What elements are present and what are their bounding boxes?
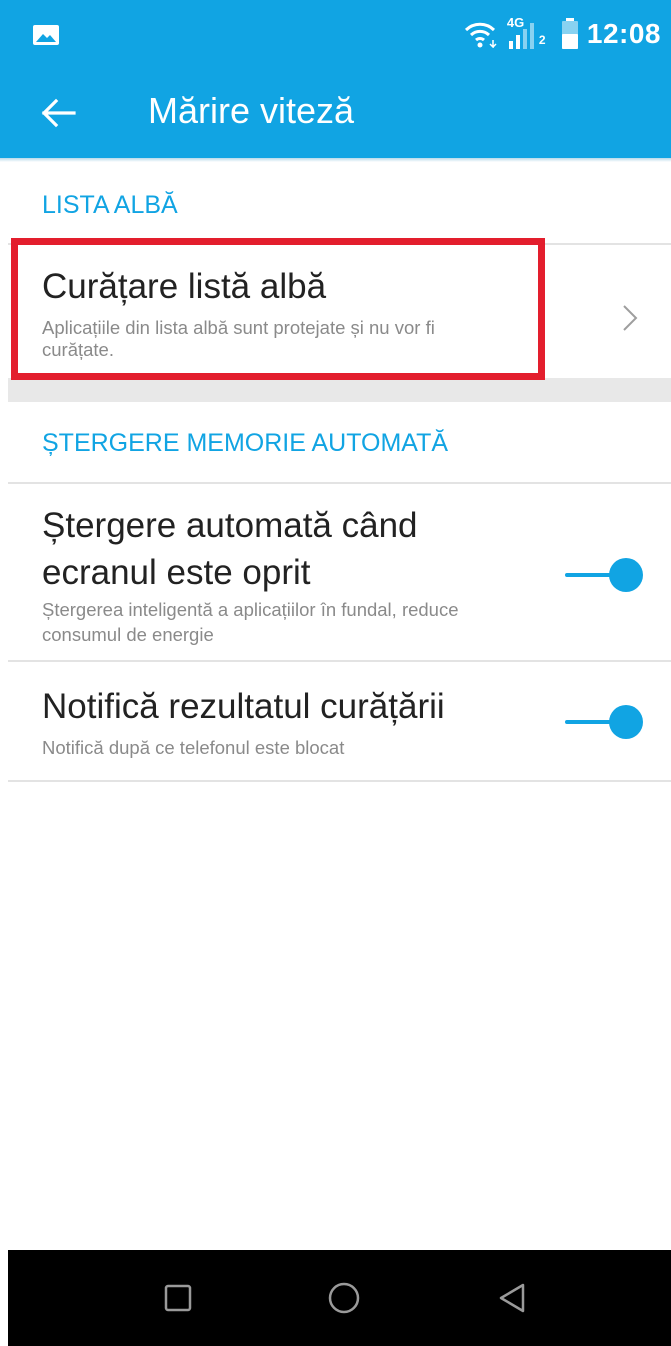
status-bar: 4G 2 12:08 — [0, 0, 671, 68]
item-summary: Aplicațiile din lista albă sunt protejat… — [42, 317, 435, 338]
item-summary: Ștergerea inteligentă a aplicațiilor în … — [42, 599, 459, 620]
signal-icon: 4G 2 — [505, 15, 553, 51]
page-title: Mărire viteză — [148, 90, 355, 131]
chevron-right-icon — [623, 305, 638, 331]
back-button[interactable] — [28, 86, 88, 140]
auto-clear-screen-off-item[interactable]: Ștergere automată când ecranul este opri… — [8, 484, 671, 660]
item-title: Ștergere automată când — [42, 506, 418, 545]
screen: 4G 2 12:08 Mărire viteză LISTA ALBĂ Cură… — [0, 0, 671, 1346]
home-button[interactable] — [320, 1274, 368, 1322]
battery-icon — [561, 18, 578, 49]
wifi-icon — [464, 22, 497, 48]
back-triangle-icon — [499, 1283, 525, 1313]
navigation-bar — [8, 1250, 671, 1346]
item-summary: consumul de energie — [42, 624, 214, 645]
item-title: Notifică rezultatul curățării — [42, 687, 445, 726]
nav-back-button[interactable] — [488, 1274, 536, 1322]
auto-clear-toggle[interactable] — [565, 555, 645, 595]
notify-result-item[interactable]: Notifică rezultatul curățării Notifică d… — [8, 662, 671, 780]
section-header-whitelist: LISTA ALBĂ — [42, 191, 178, 219]
item-title: Curățare listă albă — [42, 267, 327, 306]
status-time: 12:08 — [586, 18, 661, 49]
item-summary: Notifică după ce telefonul este blocat — [42, 737, 345, 758]
status-icons: 4G 2 12:08 — [463, 14, 661, 54]
app-bar: Mărire viteză — [0, 68, 671, 158]
sim-slot-label: 2 — [538, 33, 546, 47]
home-circle-icon — [328, 1282, 360, 1314]
recents-square-icon — [164, 1284, 192, 1312]
item-title: ecranul este oprit — [42, 553, 311, 592]
notify-result-toggle[interactable] — [565, 702, 645, 742]
toggle-thumb — [609, 558, 643, 592]
recents-button[interactable] — [154, 1274, 202, 1322]
section-separator — [8, 378, 671, 402]
divider — [8, 780, 671, 782]
app-bar-shadow — [0, 158, 671, 162]
section-header-auto-clear: ȘTERGERE MEMORIE AUTOMATĂ — [42, 429, 449, 457]
arrow-left-icon — [41, 98, 76, 128]
item-summary: curățate. — [42, 339, 114, 360]
toggle-thumb — [609, 705, 643, 739]
whitelist-cleanup-item[interactable]: Curățare listă albă Aplicațiile din list… — [8, 245, 671, 378]
gallery-icon — [33, 25, 59, 45]
